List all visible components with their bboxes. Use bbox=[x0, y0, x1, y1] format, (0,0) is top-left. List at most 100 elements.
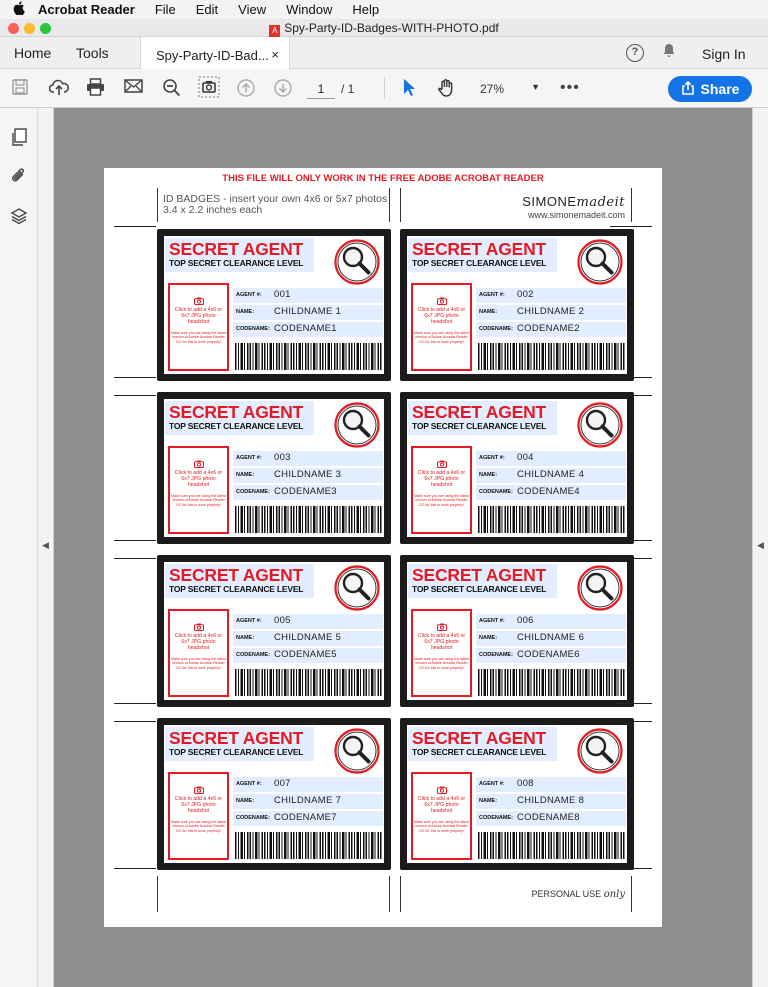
menu-help[interactable]: Help bbox=[352, 2, 379, 17]
name-field[interactable]: NAME: CHILDNAME 8 bbox=[476, 794, 626, 809]
more-tools-icon[interactable]: ••• bbox=[560, 79, 580, 97]
snapshot-icon[interactable] bbox=[198, 76, 220, 103]
tab-bar: Home Tools Spy-Party-ID-Bad... × ? Sign … bbox=[0, 37, 768, 69]
name-field[interactable]: NAME: CHILDNAME 1 bbox=[233, 305, 383, 320]
name-label: NAME: bbox=[236, 635, 255, 641]
page-number-input[interactable] bbox=[307, 79, 335, 99]
sign-in-button[interactable]: Sign In bbox=[702, 46, 746, 62]
name-field[interactable]: NAME: CHILDNAME 3 bbox=[233, 468, 383, 483]
photo-upload-button[interactable]: Click to add a 4x6 or 6x7 JPG photo head… bbox=[411, 609, 472, 697]
attachment-icon[interactable] bbox=[10, 167, 28, 190]
badge-card: SECRET AGENT TOP SECRET CLEARANCE LEVEL Cl… bbox=[407, 236, 627, 374]
left-panel-toggle[interactable]: ◀ bbox=[38, 108, 54, 987]
codename-label: CODENAME: bbox=[236, 326, 270, 332]
camera-icon bbox=[170, 460, 227, 470]
agent-number-value: 005 bbox=[274, 615, 291, 626]
name-field[interactable]: NAME: CHILDNAME 4 bbox=[476, 468, 626, 483]
magnifier-icon bbox=[334, 239, 380, 285]
close-tab-icon[interactable]: × bbox=[271, 47, 279, 62]
cut-line bbox=[114, 703, 156, 704]
toolbar: / 1 27%▼ ••• bbox=[0, 69, 768, 108]
photo-upload-button[interactable]: Click to add a 4x6 or 6x7 JPG photo head… bbox=[168, 283, 229, 371]
name-value: CHILDNAME 3 bbox=[274, 469, 342, 480]
bell-icon[interactable] bbox=[662, 43, 676, 61]
name-field[interactable]: NAME: CHILDNAME 5 bbox=[233, 631, 383, 646]
badge-card: SECRET AGENT TOP SECRET CLEARANCE LEVEL Cl… bbox=[407, 562, 627, 700]
menu-view[interactable]: View bbox=[238, 2, 266, 17]
photo-upload-button[interactable]: Click to add a 4x6 or 6x7 JPG photo head… bbox=[168, 609, 229, 697]
badge-subtitle: TOP SECRET CLEARANCE LEVEL bbox=[412, 584, 547, 594]
badge-header: SECRET AGENT TOP SECRET CLEARANCE LEVEL bbox=[408, 238, 557, 272]
agent-number-value: 001 bbox=[274, 289, 291, 300]
id-badge: SECRET AGENT TOP SECRET CLEARANCE LEVEL Cl… bbox=[157, 718, 391, 870]
agent-number-field[interactable]: AGENT #: 008 bbox=[476, 777, 626, 792]
select-arrow-icon[interactable] bbox=[402, 78, 416, 103]
agent-number-field[interactable]: AGENT #: 004 bbox=[476, 451, 626, 466]
print-icon[interactable] bbox=[86, 78, 105, 101]
codename-field[interactable]: CODENAME: CODENAME1 bbox=[233, 322, 383, 337]
codename-field[interactable]: CODENAME: CODENAME2 bbox=[476, 322, 626, 337]
menu-file[interactable]: File bbox=[155, 2, 176, 17]
cut-line bbox=[610, 868, 652, 869]
menu-edit[interactable]: Edit bbox=[196, 2, 218, 17]
codename-field[interactable]: CODENAME: CODENAME4 bbox=[476, 485, 626, 500]
codename-field[interactable]: CODENAME: CODENAME3 bbox=[233, 485, 383, 500]
name-value: CHILDNAME 1 bbox=[274, 306, 342, 317]
name-field[interactable]: NAME: CHILDNAME 2 bbox=[476, 305, 626, 320]
tab-home[interactable]: Home bbox=[14, 45, 51, 61]
zoom-out-icon[interactable] bbox=[162, 78, 182, 103]
barcode bbox=[235, 506, 383, 533]
codename-field[interactable]: CODENAME: CODENAME5 bbox=[233, 648, 383, 663]
name-value: CHILDNAME 5 bbox=[274, 632, 342, 643]
email-icon[interactable] bbox=[124, 78, 143, 99]
tab-document[interactable]: Spy-Party-ID-Bad... × bbox=[140, 37, 290, 69]
agent-number-field[interactable]: AGENT #: 007 bbox=[233, 777, 383, 792]
agent-number-field[interactable]: AGENT #: 006 bbox=[476, 614, 626, 629]
cut-line bbox=[114, 868, 156, 869]
name-label: NAME: bbox=[236, 798, 255, 804]
codename-field[interactable]: CODENAME: CODENAME7 bbox=[233, 811, 383, 826]
agent-number-field[interactable]: AGENT #: 003 bbox=[233, 451, 383, 466]
next-page-icon[interactable] bbox=[273, 78, 293, 103]
brand-block: SIMONEmadeit www.simonemadeit.com bbox=[400, 188, 632, 222]
badge-card: SECRET AGENT TOP SECRET CLEARANCE LEVEL Cl… bbox=[407, 399, 627, 537]
codename-label: CODENAME: bbox=[236, 815, 270, 821]
agent-number-label: AGENT #: bbox=[236, 618, 262, 624]
layers-icon[interactable] bbox=[10, 207, 28, 230]
photo-upload-button[interactable]: Click to add a 4x6 or 6x7 JPG photo head… bbox=[411, 283, 472, 371]
photo-upload-button[interactable]: Click to add a 4x6 or 6x7 JPG photo head… bbox=[168, 772, 229, 860]
agent-number-field[interactable]: AGENT #: 002 bbox=[476, 288, 626, 303]
footer-note: PERSONAL USE only bbox=[400, 876, 632, 912]
name-field[interactable]: NAME: CHILDNAME 7 bbox=[233, 794, 383, 809]
name-field[interactable]: NAME: CHILDNAME 6 bbox=[476, 631, 626, 646]
agent-number-field[interactable]: AGENT #: 005 bbox=[233, 614, 383, 629]
barcode bbox=[235, 832, 383, 859]
photo-note: Make sure you are using the latest versi… bbox=[414, 494, 469, 507]
hand-icon[interactable] bbox=[436, 78, 456, 103]
photo-instructions: Click to add a 4x6 or 6x7 JPG photo head… bbox=[174, 470, 223, 488]
photo-upload-button[interactable]: Click to add a 4x6 or 6x7 JPG photo head… bbox=[411, 772, 472, 860]
photo-upload-button[interactable]: Click to add a 4x6 or 6x7 JPG photo head… bbox=[168, 446, 229, 534]
prev-page-icon[interactable] bbox=[236, 78, 256, 103]
pages-icon[interactable] bbox=[10, 128, 28, 152]
badge-title: SECRET AGENT bbox=[169, 239, 304, 259]
help-icon[interactable]: ? bbox=[626, 44, 644, 62]
save-icon[interactable] bbox=[11, 78, 29, 101]
codename-field[interactable]: CODENAME: CODENAME6 bbox=[476, 648, 626, 663]
badge-card: SECRET AGENT TOP SECRET CLEARANCE LEVEL Cl… bbox=[164, 236, 384, 374]
share-button[interactable]: Share bbox=[668, 76, 752, 102]
badge-header: SECRET AGENT TOP SECRET CLEARANCE LEVEL bbox=[408, 727, 557, 761]
codename-label: CODENAME: bbox=[479, 652, 513, 658]
photo-upload-button[interactable]: Click to add a 4x6 or 6x7 JPG photo head… bbox=[411, 446, 472, 534]
codename-field[interactable]: CODENAME: CODENAME8 bbox=[476, 811, 626, 826]
app-menu[interactable]: Acrobat Reader bbox=[38, 2, 135, 17]
menu-window[interactable]: Window bbox=[286, 2, 332, 17]
right-panel-toggle[interactable]: ◀ bbox=[752, 108, 768, 987]
tab-tools[interactable]: Tools bbox=[76, 45, 109, 61]
upload-icon[interactable] bbox=[48, 78, 69, 101]
agent-number-field[interactable]: AGENT #: 001 bbox=[233, 288, 383, 303]
apple-icon[interactable] bbox=[0, 1, 38, 18]
id-badge: SECRET AGENT TOP SECRET CLEARANCE LEVEL Cl… bbox=[157, 229, 391, 381]
photo-note: Make sure you are using the latest versi… bbox=[414, 820, 469, 833]
zoom-select[interactable]: 27% ▼ bbox=[470, 79, 544, 99]
